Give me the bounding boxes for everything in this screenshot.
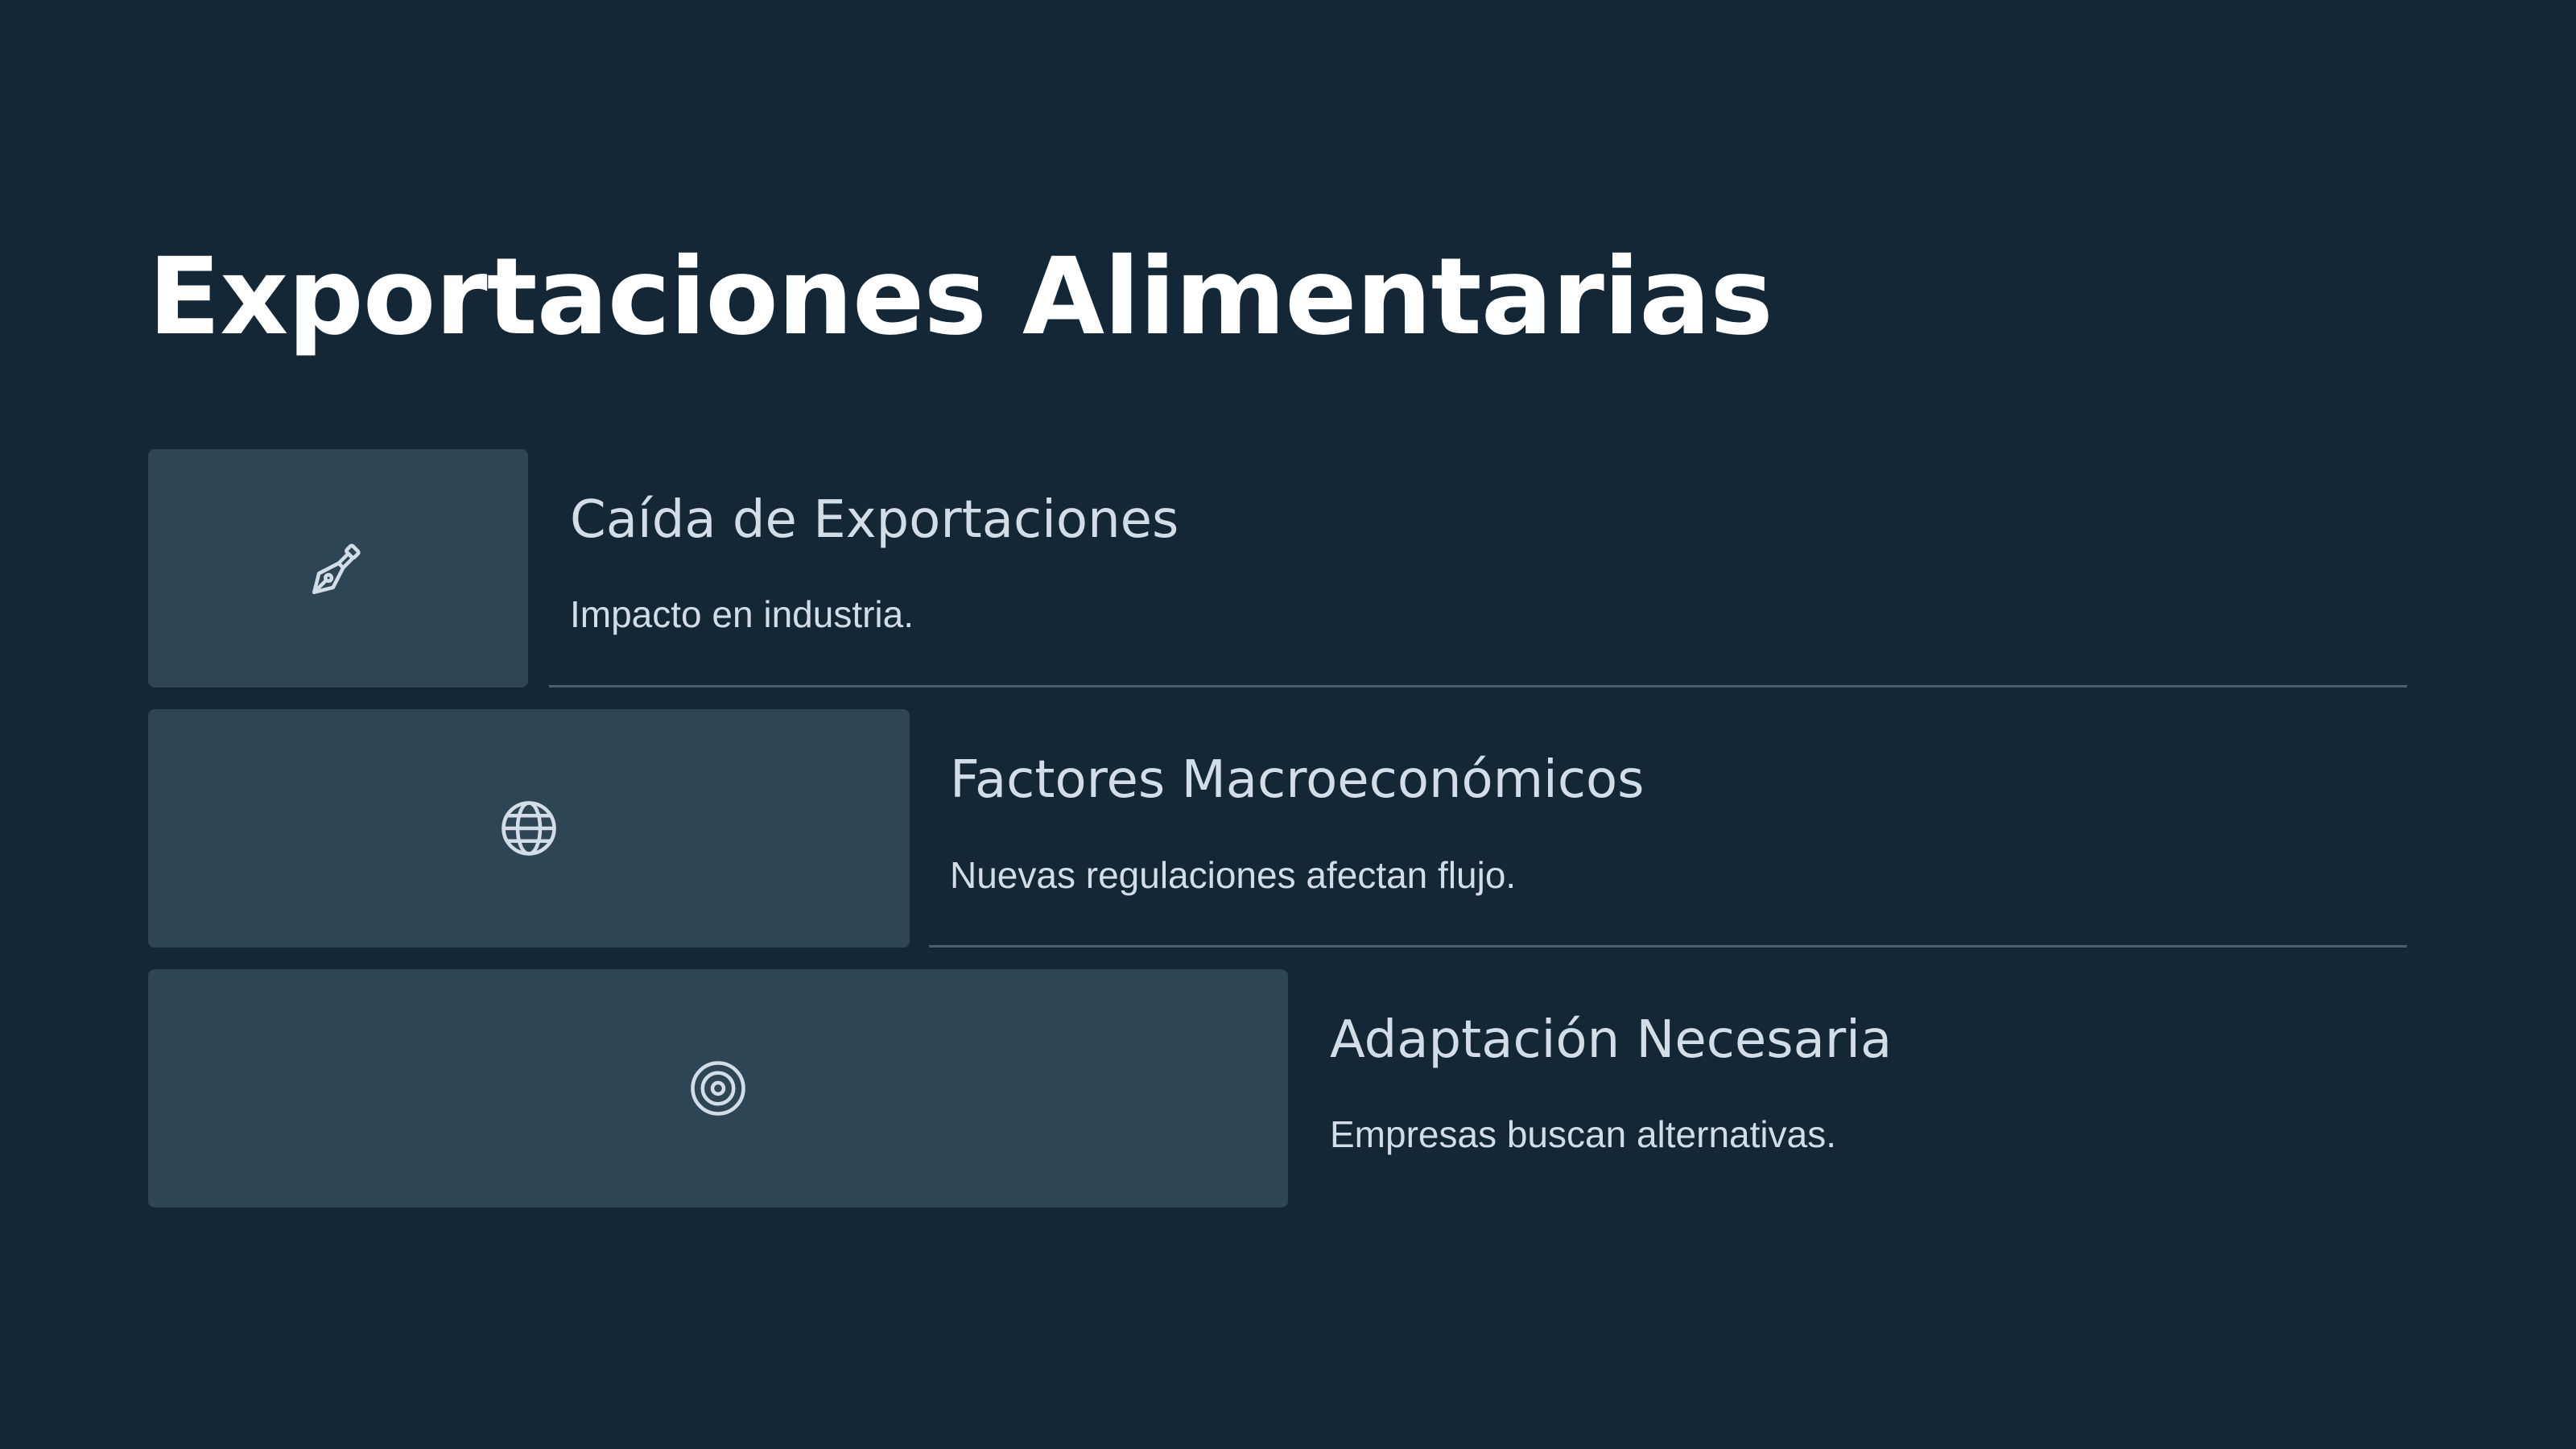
pen-nib-icon [304,535,372,602]
globe-icon [495,795,563,862]
item-heading-1: Caída de Exportaciones [570,490,1179,550]
item-block-3 [148,969,1288,1208]
item-block-2 [148,709,910,947]
item-description-1: Impacto en industria. [570,593,914,635]
item-description-2: Nuevas regulaciones afectan flujo. [950,854,1517,896]
item-divider-1 [549,685,2407,687]
item-divider-2 [929,945,2407,947]
slide: Exportaciones Alimentarias Caída de Expo… [0,0,2576,1449]
item-block-1 [148,449,528,687]
target-icon [684,1055,752,1122]
slide-title: Exportaciones Alimentarias [148,235,1773,359]
item-heading-2: Factores Macroeconómicos [950,750,1645,810]
item-description-3: Empresas buscan alternativas. [1330,1113,1836,1155]
item-heading-3: Adaptación Necesaria [1330,1010,1893,1070]
